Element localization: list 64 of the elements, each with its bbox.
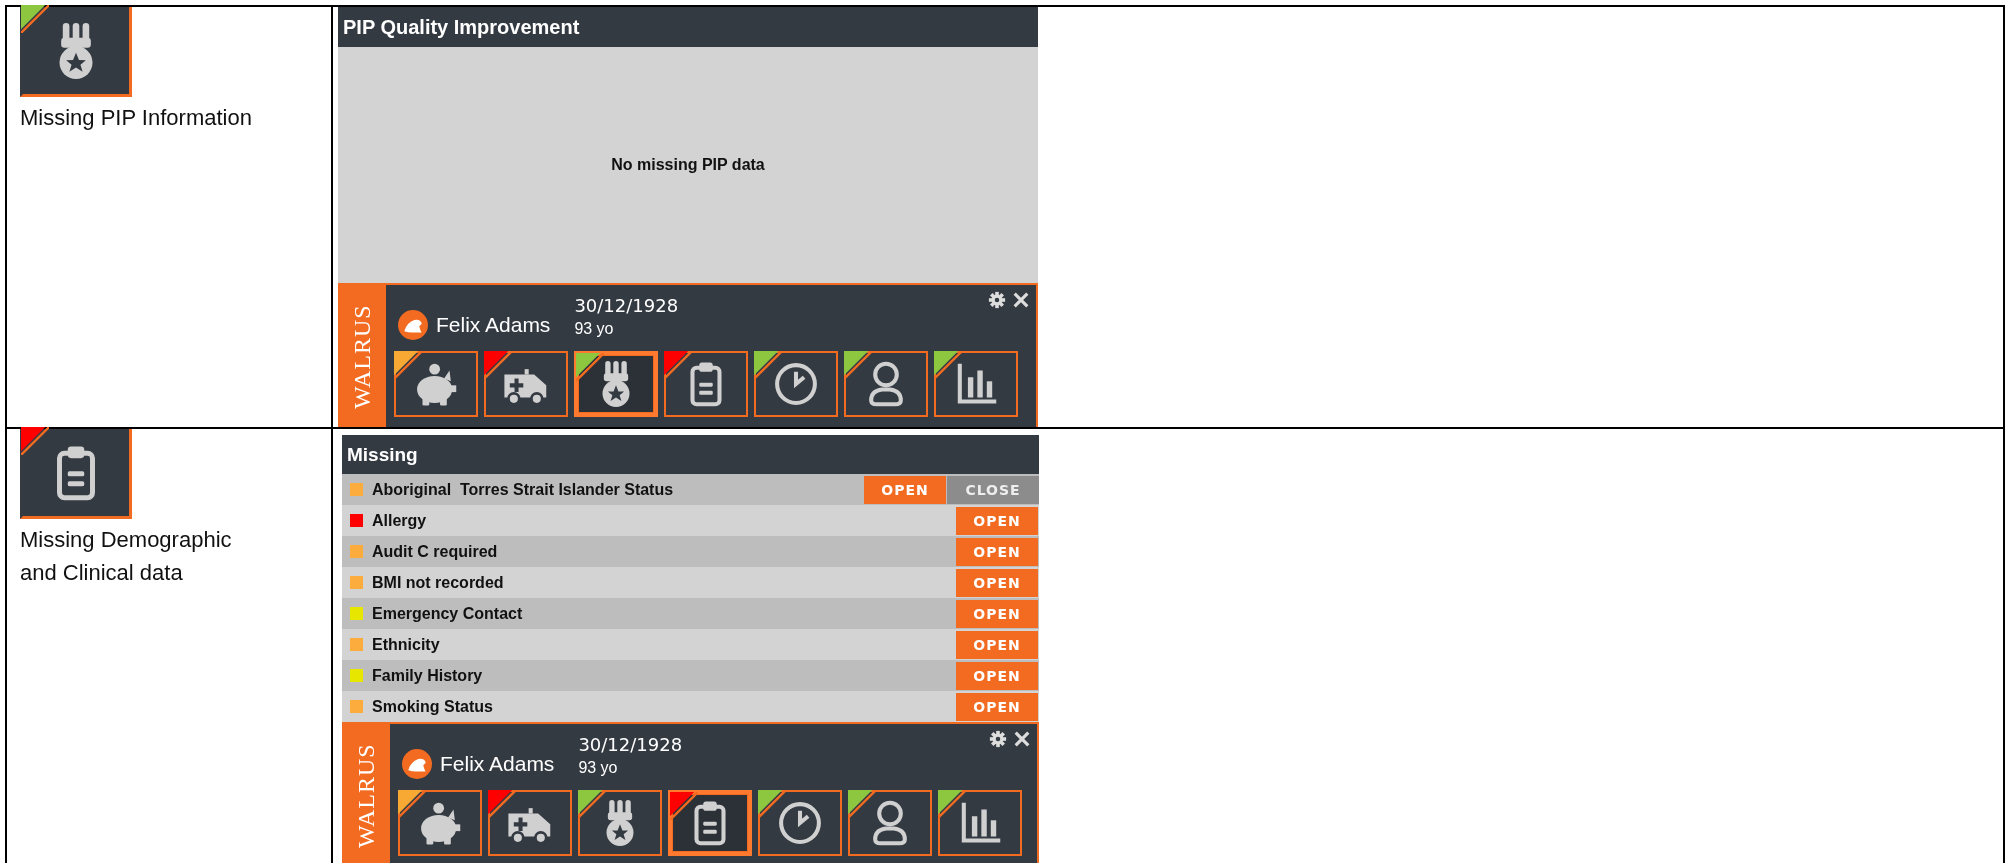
status-corner-icon — [670, 792, 698, 820]
status-corner-icon — [664, 351, 692, 379]
birth-date: 30/12/1928 — [578, 734, 683, 755]
settings-icon[interactable] — [989, 730, 1007, 748]
module-tab[interactable] — [758, 790, 842, 856]
item-label: Emergency Contact — [372, 604, 524, 623]
walrus-logo-icon — [402, 749, 432, 779]
module-tab[interactable] — [574, 351, 658, 417]
module-tab[interactable] — [398, 790, 482, 856]
close-button[interactable]: CLOSE — [947, 475, 1039, 504]
status-corner-icon — [398, 790, 426, 818]
module-tab[interactable] — [578, 790, 662, 856]
status-corner-icon — [934, 351, 962, 379]
status-corner-icon — [394, 351, 422, 379]
close-icon[interactable] — [1013, 730, 1031, 748]
module-tab[interactable] — [934, 351, 1018, 417]
birth-date: 30/12/1928 — [574, 295, 679, 316]
panel-title: Missing — [342, 435, 1039, 474]
status-corner-icon — [848, 790, 876, 818]
open-button[interactable]: OPEN — [956, 537, 1038, 566]
walrus-logo-icon — [398, 310, 428, 340]
item-label: BMI not recorded — [372, 573, 505, 592]
section-caption: Missing Demographic and Clinical data — [20, 526, 233, 587]
module-tab[interactable] — [668, 790, 752, 856]
patient-name: Felix Adams — [436, 313, 551, 337]
brand-label: WALRUS — [351, 742, 380, 851]
item-label: Allergy — [372, 511, 428, 530]
status-corner-icon — [758, 790, 786, 818]
module-tab[interactable] — [938, 790, 1022, 856]
item-label: Ethnicity — [372, 635, 441, 654]
status-corner-icon — [484, 351, 512, 379]
brand-label: WALRUS — [347, 303, 376, 411]
patient-name: Felix Adams — [440, 752, 555, 776]
item-label: Smoking Status — [372, 697, 494, 716]
item-label: Aboriginal Torres Strait Islander Status — [372, 480, 675, 499]
settings-icon[interactable] — [988, 291, 1006, 309]
status-corner-icon — [844, 351, 872, 379]
module-tab[interactable] — [394, 351, 478, 417]
module-tab[interactable] — [488, 790, 572, 856]
open-button[interactable]: OPEN — [956, 568, 1038, 597]
module-tab[interactable] — [848, 790, 932, 856]
empty-message: No missing PIP data — [611, 156, 765, 174]
open-button[interactable]: OPEN — [956, 630, 1038, 659]
close-icon[interactable] — [1012, 291, 1030, 309]
panel-title: PIP Quality Improvement — [338, 7, 1038, 47]
module-tab[interactable] — [754, 351, 838, 417]
open-button[interactable]: OPEN — [864, 475, 946, 504]
open-button[interactable]: OPEN — [956, 692, 1038, 721]
status-corner-icon — [578, 790, 606, 818]
status-corner-icon — [754, 351, 782, 379]
status-corner-icon — [488, 790, 516, 818]
status-corner-icon — [938, 790, 966, 818]
item-label: Audit C required — [372, 542, 499, 561]
module-tab[interactable] — [484, 351, 568, 417]
patient-age: 93 yo — [574, 320, 615, 338]
item-label: Family History — [372, 666, 484, 685]
open-button[interactable]: OPEN — [956, 599, 1038, 628]
patient-age: 93 yo — [578, 759, 619, 777]
module-tab[interactable] — [664, 351, 748, 417]
open-button[interactable]: OPEN — [956, 661, 1038, 690]
status-corner-icon — [576, 353, 604, 381]
open-button[interactable]: OPEN — [956, 506, 1038, 535]
section-caption: Missing PIP Information — [20, 104, 253, 132]
module-tab[interactable] — [844, 351, 928, 417]
